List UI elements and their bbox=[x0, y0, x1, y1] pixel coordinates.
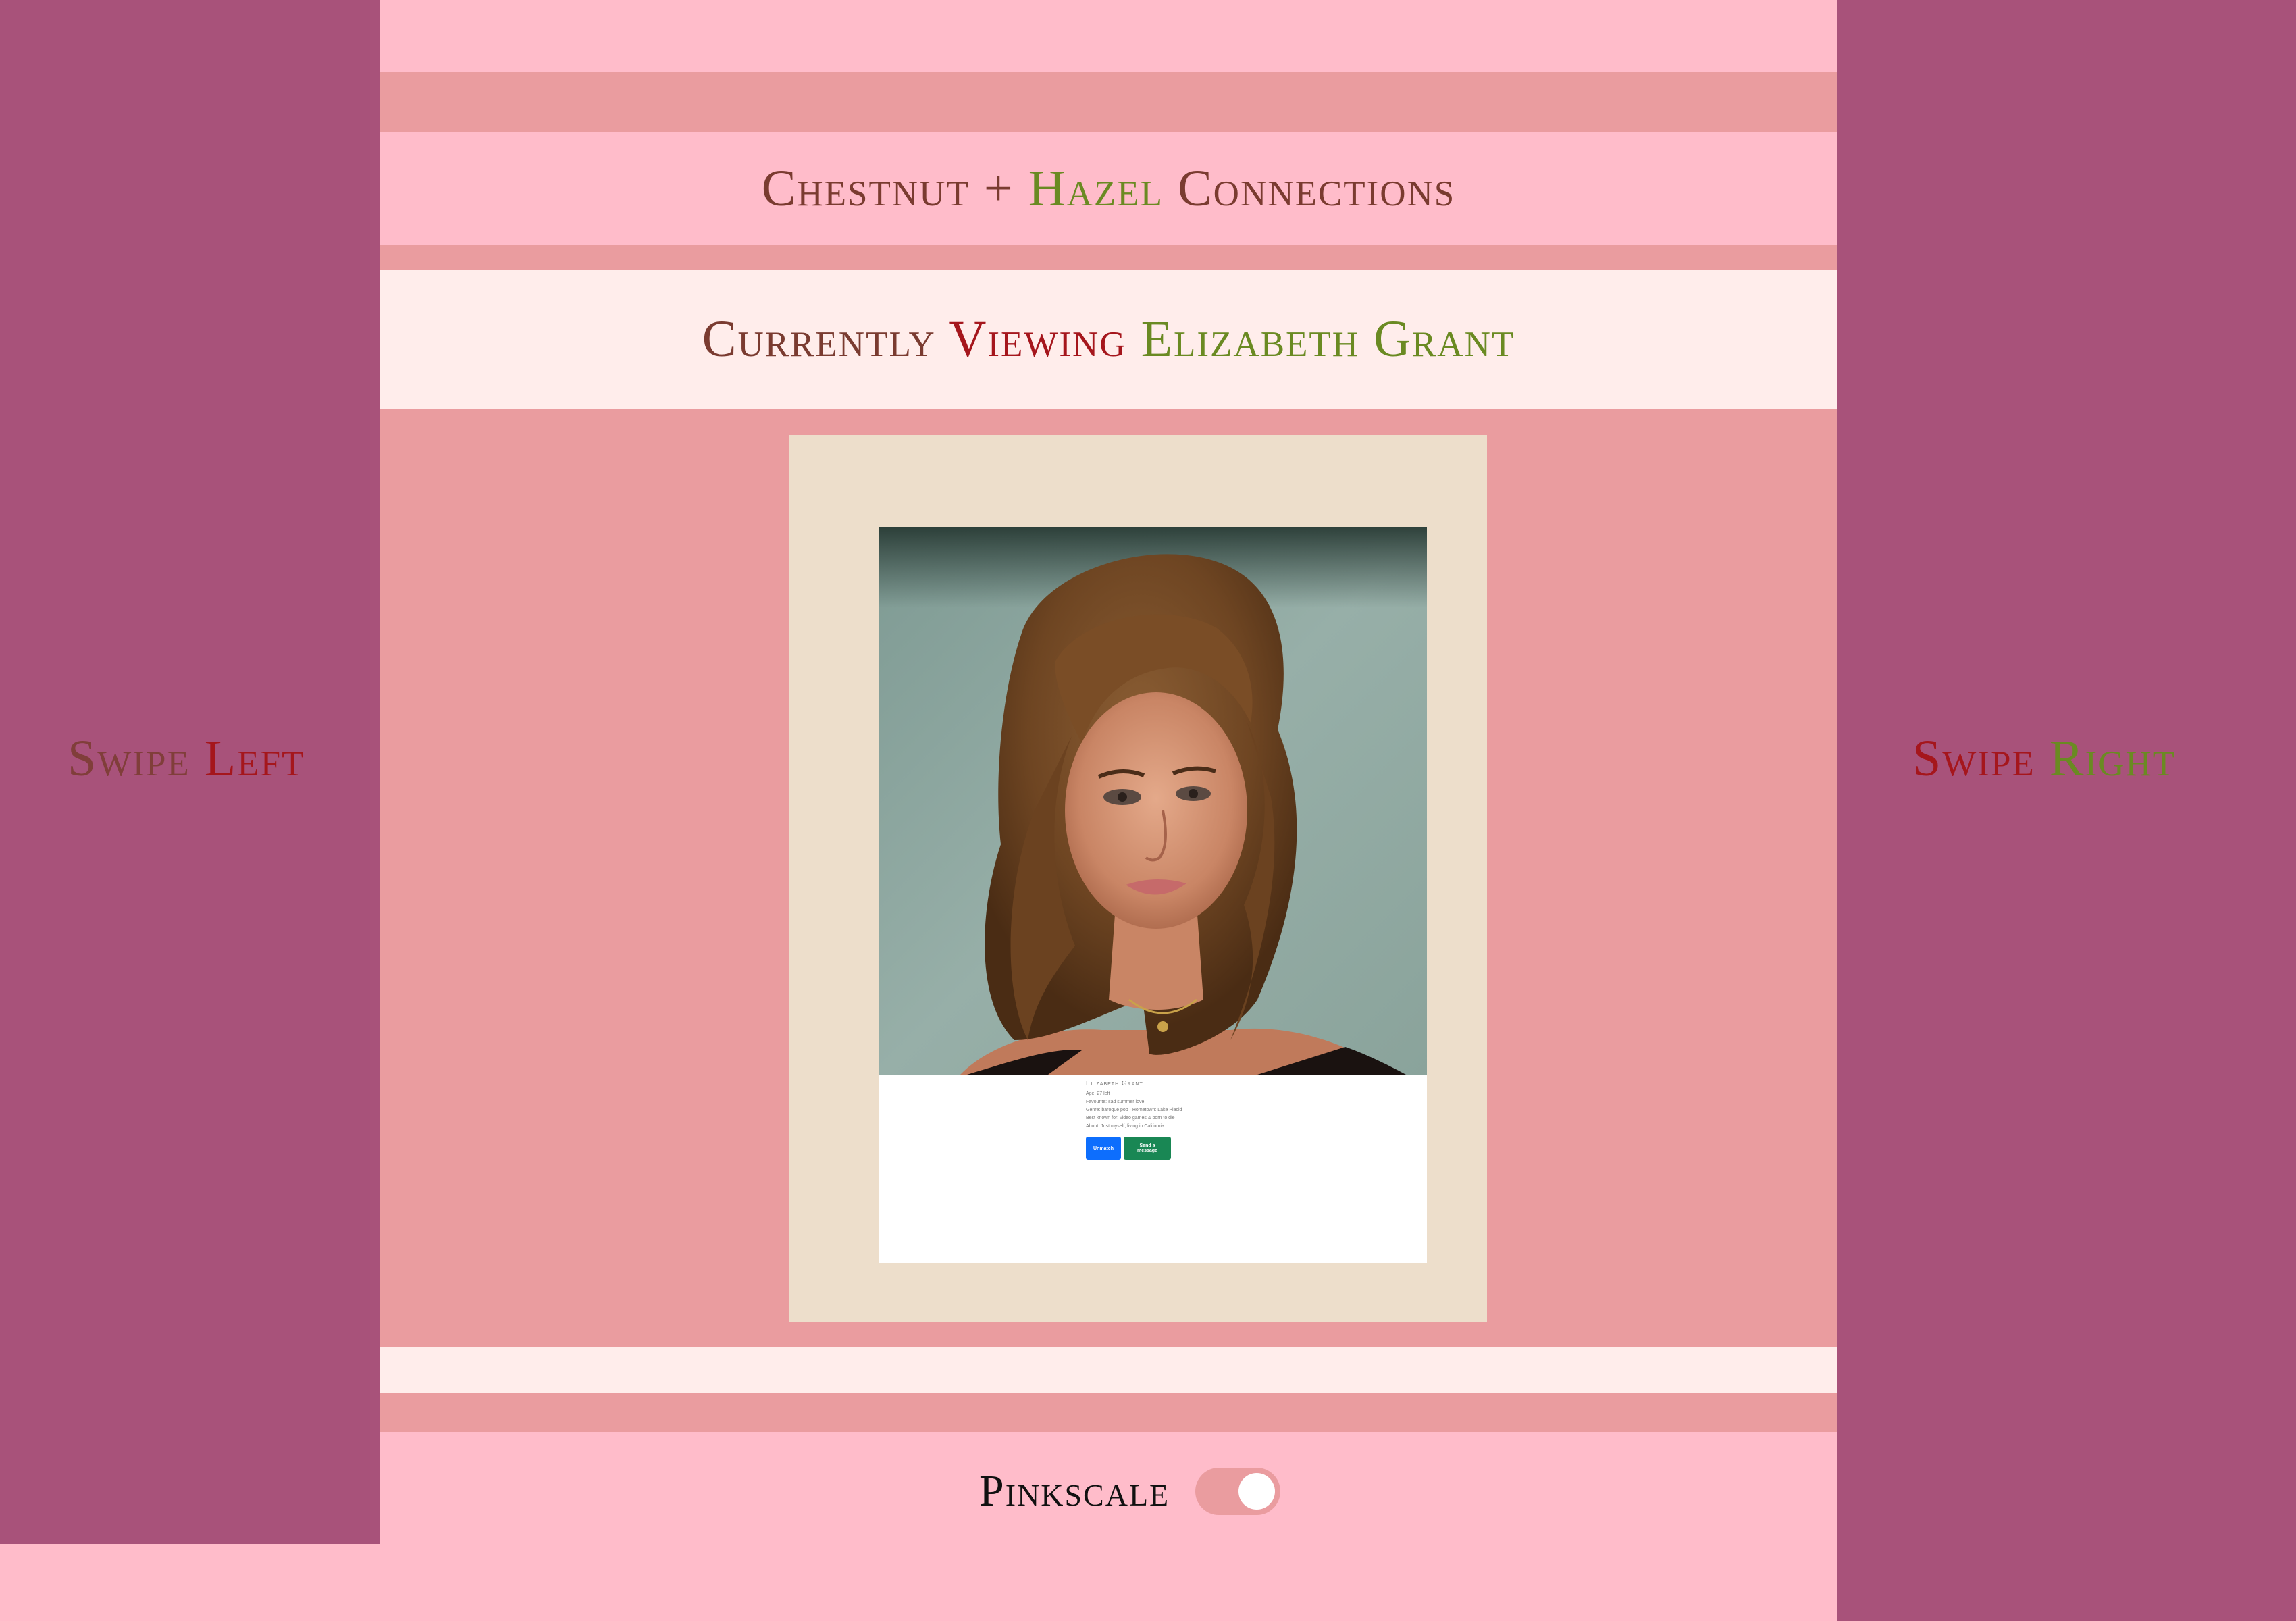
portrait-image bbox=[879, 527, 1427, 1075]
currently-viewing-heading: Currently Viewing Elizabeth Grant bbox=[702, 310, 1515, 369]
profile-photo bbox=[879, 527, 1427, 1075]
swipe-left-button[interactable]: Swipe Left bbox=[68, 729, 305, 788]
viewing-verb: Viewing bbox=[949, 311, 1127, 367]
viewing-name: Elizabeth Grant bbox=[1141, 311, 1515, 367]
profile-detail-line: Favourite: sad summer love bbox=[1086, 1100, 1145, 1104]
pinkscale-toggle[interactable] bbox=[1195, 1468, 1281, 1515]
swipe-right-word: Swipe bbox=[1912, 730, 2035, 787]
profile-name: Elizabeth Grant bbox=[1086, 1080, 1143, 1087]
title-part-chestnut: Chestnut + bbox=[761, 159, 1014, 217]
swipe-right-panel[interactable] bbox=[1837, 0, 2296, 1621]
pinkscale-setting: Pinkscale bbox=[979, 1466, 1281, 1517]
app-title: Chestnut + Hazel Connections bbox=[762, 159, 1456, 218]
pinkscale-label: Pinkscale bbox=[979, 1466, 1170, 1516]
unmatch-button[interactable]: Unmatch bbox=[1086, 1137, 1121, 1160]
profile-details: Elizabeth Grant Age: 27 left Favourite: … bbox=[1086, 1080, 1369, 1131]
viewing-bar: Currently Viewing Elizabeth Grant bbox=[380, 270, 1837, 409]
profile-detail-line: Age: 27 left bbox=[1086, 1091, 1110, 1096]
divider-stripe bbox=[380, 245, 1837, 270]
profile-detail-line: About: Just myself, living in California bbox=[1086, 1124, 1164, 1129]
send-message-button[interactable]: Send a message bbox=[1124, 1137, 1171, 1160]
top-band bbox=[380, 0, 1837, 72]
swipe-left-word: Swipe bbox=[68, 730, 190, 787]
title-part-hazel: Hazel bbox=[1028, 159, 1164, 217]
swipe-right-button[interactable]: Swipe Right bbox=[1912, 729, 2176, 788]
title-part-connections: Connections bbox=[1177, 159, 1456, 217]
swipe-left-direction: Left bbox=[204, 730, 305, 787]
profile-actions: Unmatch Send a message bbox=[1086, 1137, 1171, 1160]
profile-detail-line: Genre: baroque pop · Hometown: Lake Plac… bbox=[1086, 1108, 1182, 1112]
header-bar: Chestnut + Hazel Connections bbox=[380, 132, 1837, 245]
profile-detail-line: Best known for: video games & born to di… bbox=[1086, 1116, 1175, 1121]
toggle-knob[interactable] bbox=[1238, 1473, 1276, 1510]
header-stripe bbox=[380, 72, 1837, 132]
profile-info-panel: Elizabeth Grant Age: 27 left Favourite: … bbox=[879, 1075, 1427, 1263]
footer-rose-stripe bbox=[380, 1393, 1837, 1432]
footer-area bbox=[380, 1432, 1837, 1621]
swipe-right-direction: Right bbox=[2049, 730, 2176, 787]
viewing-prefix: Currently bbox=[702, 311, 936, 367]
footer-light-stripe bbox=[380, 1347, 1837, 1393]
